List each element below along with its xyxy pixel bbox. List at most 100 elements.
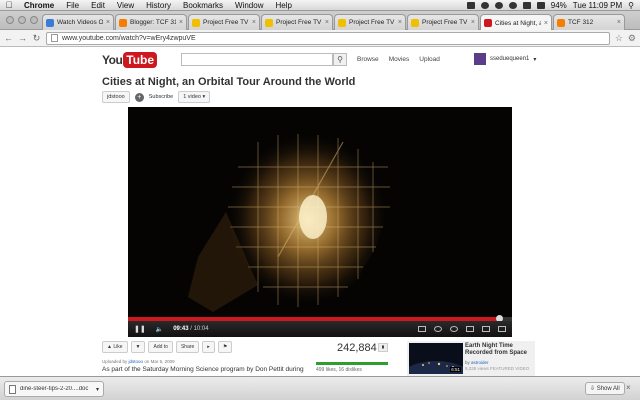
menu-history[interactable]: History	[140, 1, 177, 10]
tab-close-icon[interactable]: ×	[106, 19, 110, 26]
nav-upload[interactable]: Upload	[419, 56, 440, 63]
tab-title: Project Free TV	[276, 19, 322, 26]
tab-favicon-icon	[411, 18, 419, 27]
tab-close-icon[interactable]: ×	[544, 20, 548, 27]
reload-icon[interactable]: ↻	[32, 33, 41, 44]
forward-arrow-icon[interactable]: →	[18, 33, 27, 43]
browser-tab[interactable]: Project Free TV ×	[261, 14, 333, 30]
share-button[interactable]: Share	[175, 341, 200, 353]
menu-bookmarks[interactable]: Bookmarks	[177, 1, 229, 10]
search-input[interactable]	[181, 53, 333, 66]
related-video-author: by astroider	[465, 360, 489, 365]
video-count-dropdown[interactable]: 1 video ▾	[178, 91, 211, 103]
flag-icon[interactable]: ⚑	[217, 341, 233, 353]
view-count: 242,884	[337, 342, 377, 354]
related-video-card[interactable]: 6:51 Earth Night Time Recorded from Spac…	[407, 341, 535, 376]
bluetooth-status-icon[interactable]	[494, 1, 503, 9]
small-player-icon[interactable]	[466, 326, 474, 332]
tab-title: Watch Videos On	[57, 19, 103, 26]
battery-status-icon[interactable]	[536, 1, 545, 9]
more-actions-icon[interactable]: ▸	[202, 341, 215, 353]
video-actions: ▲ Like ▼ Add to Share ▸ ⚑	[102, 341, 233, 353]
menu-window[interactable]: Window	[229, 1, 269, 10]
browser-tab[interactable]: Blogger: TCF 312×	[115, 14, 187, 30]
video-frame[interactable]	[128, 107, 512, 317]
download-item[interactable]: dine-steer-tips-2-20....doc ▾	[4, 381, 104, 397]
browser-tab[interactable]: Project Free TV ×	[407, 14, 479, 30]
tab-favicon-icon	[484, 19, 492, 27]
menu-chrome[interactable]: Chrome	[18, 1, 60, 10]
close-shelf-icon[interactable]: ×	[626, 383, 631, 392]
pause-icon[interactable]: ❚❚	[134, 325, 146, 333]
add-to-button[interactable]: Add to	[148, 341, 173, 353]
menu-clock[interactable]: Tue 11:09 PM	[573, 1, 622, 10]
tab-title: Blogger: TCF 312	[130, 19, 176, 26]
apple-menu-icon[interactable]: 	[0, 0, 18, 10]
thumbs-down-icon: ▼	[135, 344, 141, 350]
tab-close-icon[interactable]: ×	[471, 19, 475, 26]
related-author-link[interactable]: astroider	[471, 360, 489, 365]
tab-close-icon[interactable]: ×	[398, 19, 402, 26]
likes-dislikes: 499 likes, 16 dislikes	[316, 367, 362, 373]
bookmark-star-icon[interactable]: ☆	[615, 33, 623, 44]
large-player-icon[interactable]	[482, 326, 490, 332]
wrench-menu-icon[interactable]: ⚙	[628, 33, 636, 44]
like-button[interactable]: ▲ Like	[102, 341, 128, 353]
stats-button[interactable]: ▮	[378, 343, 388, 352]
nav-browse[interactable]: Browse	[357, 56, 379, 63]
uploader-link[interactable]: jdstooo	[129, 359, 144, 364]
subscribe-button[interactable]: Subscribe	[149, 94, 173, 100]
tab-favicon-icon	[46, 18, 54, 27]
menu-edit[interactable]: Edit	[85, 1, 111, 10]
wifi-status-icon[interactable]	[508, 1, 517, 9]
address-url[interactable]: www.youtube.com/watch?v=wEry4zwpuVE	[62, 35, 605, 42]
spotlight-search-icon[interactable]: ⚲	[628, 1, 634, 10]
timemachine-status-icon[interactable]	[480, 1, 489, 9]
video-description: As part of the Saturday Morning Science …	[102, 366, 304, 373]
volume-icon[interactable]: 🔈	[156, 326, 163, 333]
chevron-down-icon[interactable]: ▾	[96, 386, 99, 393]
upload-date: on Mar 6, 2009	[144, 359, 175, 364]
avatar	[474, 53, 486, 65]
close-window-button[interactable]	[6, 16, 14, 24]
related-video-thumbnail[interactable]: 6:51	[409, 343, 463, 374]
browser-tab[interactable]: Project Free TV ×	[334, 14, 406, 30]
video-player[interactable]: ❚❚ 🔈 09:43 / 10:04	[128, 107, 512, 337]
browser-tab[interactable]: TCF 312 ×	[553, 14, 625, 30]
tab-close-icon[interactable]: ×	[617, 19, 621, 26]
settings-gear-icon[interactable]	[450, 326, 458, 332]
download-arrow-icon: ⇩	[590, 386, 596, 392]
subscribe-plus-icon[interactable]: +	[134, 92, 144, 102]
address-bar[interactable]: www.youtube.com/watch?v=wEry4zwpuVE	[46, 31, 610, 45]
search-button[interactable]: ⚲	[333, 53, 347, 66]
menu-view[interactable]: View	[111, 1, 140, 10]
nav-movies[interactable]: Movies	[389, 56, 410, 63]
page-icon	[51, 34, 58, 42]
menu-help[interactable]: Help	[269, 1, 297, 10]
dislike-button[interactable]: ▼	[130, 341, 146, 353]
channel-name-button[interactable]: jdstooo	[102, 91, 130, 103]
show-all-downloads-button[interactable]: ⇩ Show All	[585, 382, 625, 395]
youtube-logo[interactable]: You Tube	[102, 52, 158, 68]
captions-icon[interactable]	[418, 326, 426, 332]
annotations-icon[interactable]	[434, 326, 442, 332]
menu-file[interactable]: File	[60, 1, 85, 10]
zoom-window-button[interactable]	[30, 16, 38, 24]
window-controls	[6, 16, 38, 24]
fullscreen-icon[interactable]	[498, 326, 506, 332]
user-menu[interactable]: sseduequeen1 ▾	[474, 53, 536, 65]
related-video-title[interactable]: Earth Night Time Recorded from Space	[465, 343, 533, 357]
browser-tab[interactable]: Project Free TV ×	[188, 14, 260, 30]
tab-favicon-icon	[265, 18, 273, 27]
browser-tab[interactable]: Watch Videos On ×	[42, 14, 114, 30]
back-arrow-icon[interactable]: ←	[4, 33, 13, 43]
minimize-window-button[interactable]	[18, 16, 26, 24]
chevron-down-icon: ▾	[533, 56, 537, 63]
browser-tab[interactable]: Cities at Night, an×	[480, 14, 552, 31]
camera-status-icon[interactable]	[466, 1, 475, 9]
document-icon	[9, 384, 16, 394]
tab-close-icon[interactable]: ×	[325, 19, 329, 26]
tab-close-icon[interactable]: ×	[252, 19, 256, 26]
tab-close-icon[interactable]: ×	[179, 19, 183, 26]
volume-status-icon[interactable]	[522, 1, 531, 9]
